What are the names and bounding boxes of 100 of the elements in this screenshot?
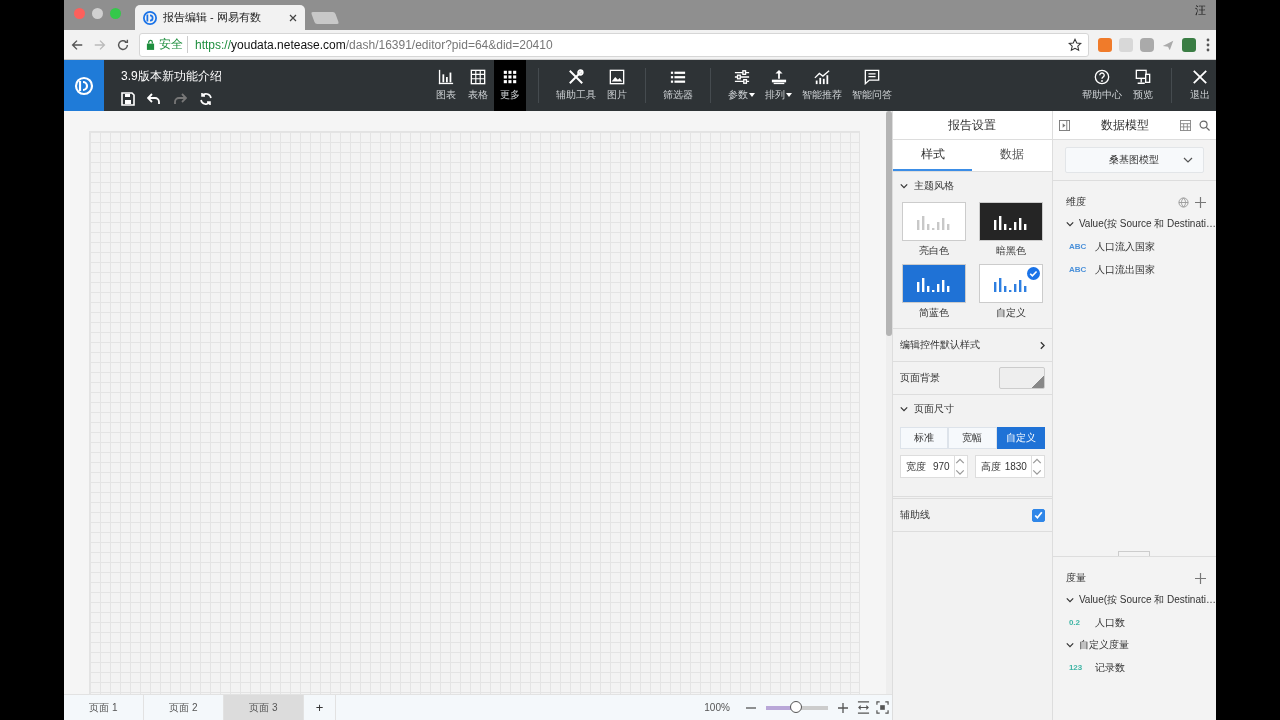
size-option[interactable]: 自定义 xyxy=(996,427,1045,449)
field-label: 辅助线 xyxy=(899,508,930,522)
theme-label: 自定义 xyxy=(996,306,1027,320)
close-tab-icon[interactable] xyxy=(289,13,297,22)
redo-icon[interactable] xyxy=(173,92,187,106)
logo-icon xyxy=(143,10,157,25)
size-option[interactable]: 标准 xyxy=(899,427,949,449)
field-item[interactable]: ABC 人口流入国家 xyxy=(1065,235,1216,258)
menu-icon[interactable] xyxy=(1206,37,1210,52)
width-field[interactable]: 宽度 970 xyxy=(899,455,968,478)
extension-icon[interactable] xyxy=(1182,37,1196,52)
scrollbar-thumb[interactable] xyxy=(885,111,892,336)
zoom-value: 100% xyxy=(704,702,731,713)
size-option[interactable]: 宽幅 xyxy=(948,427,997,449)
chevron-icon xyxy=(1065,597,1074,603)
chevron-right-icon xyxy=(1039,340,1045,350)
save-icon[interactable] xyxy=(121,92,135,106)
color-picker[interactable] xyxy=(998,367,1045,389)
minimize-window-icon[interactable] xyxy=(92,8,103,19)
chevron-icon xyxy=(899,406,908,412)
page-tab[interactable]: 页面 1 xyxy=(64,695,144,720)
fit-width-icon[interactable] xyxy=(856,701,870,714)
extension-icon[interactable] xyxy=(1098,37,1112,52)
field-item[interactable]: 0.2 人口数 xyxy=(1065,611,1216,634)
toolbar-button[interactable]: 智能推荐 xyxy=(797,60,847,111)
bar-chart-icon xyxy=(916,213,951,230)
trend-chart-icon xyxy=(814,69,830,85)
search-icon[interactable] xyxy=(1199,119,1210,131)
caret-icon xyxy=(786,93,792,97)
bar-chart-icon xyxy=(994,275,1029,292)
browser-tab[interactable]: 报告编辑 - 网易有数 xyxy=(135,5,305,30)
back-icon[interactable] xyxy=(70,37,84,52)
field-group[interactable]: Value(按 Source 和 Destinati… xyxy=(1065,213,1216,235)
tab[interactable]: 样式 xyxy=(892,140,973,171)
toolbar-button[interactable]: 辅助工具 xyxy=(551,60,601,111)
tools-icon xyxy=(568,69,584,85)
app-logo[interactable] xyxy=(64,60,104,111)
bar-chart-icon xyxy=(438,69,454,85)
monitor-icon xyxy=(1135,69,1151,85)
toolbar-button[interactable]: 预览 xyxy=(1127,60,1159,111)
panel-title: 报告设置 xyxy=(892,111,1052,140)
theme-label: 暗黑色 xyxy=(996,244,1027,258)
section-header[interactable]: 主题风格 xyxy=(899,178,1045,194)
section-header[interactable]: 页面尺寸 xyxy=(899,401,1045,417)
table-icon[interactable] xyxy=(1180,119,1191,131)
logo-icon xyxy=(74,75,94,96)
toolbar-button[interactable]: 图表 xyxy=(430,60,462,111)
theme-label: 亮白色 xyxy=(918,244,949,258)
toolbar-button[interactable]: 筛选器 xyxy=(658,60,698,111)
report-title[interactable]: 3.9版本新功能介绍 xyxy=(121,68,222,85)
toolbar-button[interactable]: 更多 xyxy=(494,60,526,111)
fit-page-icon[interactable] xyxy=(875,701,889,714)
undo-icon[interactable] xyxy=(147,92,161,106)
section-title: 度量 xyxy=(1065,571,1086,585)
theme-option[interactable] xyxy=(979,202,1044,241)
resize-handle[interactable] xyxy=(1118,551,1151,556)
profile-name[interactable]: 汪 xyxy=(1195,3,1216,30)
height-field[interactable]: 高度 1830 xyxy=(974,455,1045,478)
toolbar-button[interactable]: 排列 xyxy=(760,60,797,111)
toolbar-button[interactable]: 图片 xyxy=(601,60,633,111)
field-group[interactable]: Value(按 Source 和 Destinati… xyxy=(1065,589,1216,611)
close-icon xyxy=(1192,69,1208,85)
sliders-icon xyxy=(733,69,750,85)
toolbar-button[interactable]: 帮助中心 xyxy=(1077,60,1127,111)
add-page-button[interactable]: + xyxy=(304,695,336,720)
chevron-icon xyxy=(1065,642,1074,648)
add-icon[interactable] xyxy=(1195,196,1206,208)
toolbar-button[interactable]: 参数 xyxy=(723,60,760,111)
toolbar-button[interactable]: 智能问答 xyxy=(847,60,897,111)
new-tab-button[interactable] xyxy=(310,12,340,24)
bar-chart-icon xyxy=(916,275,951,292)
field-group[interactable]: 自定义度量 xyxy=(1065,634,1216,656)
field-item[interactable]: 123 记录数 xyxy=(1065,656,1216,679)
theme-label: 简蓝色 xyxy=(918,306,949,320)
grid-icon xyxy=(502,69,518,85)
section-title: 维度 xyxy=(1065,195,1086,209)
reload-icon[interactable] xyxy=(116,37,130,52)
page-tab[interactable]: 页面 3 xyxy=(224,695,304,720)
add-icon[interactable] xyxy=(1195,572,1206,584)
zoom-in-icon[interactable] xyxy=(837,702,848,713)
refresh-icon[interactable] xyxy=(199,92,213,106)
tab[interactable]: 数据 xyxy=(972,140,1052,171)
globe-icon[interactable] xyxy=(1178,196,1189,208)
slider-thumb[interactable] xyxy=(789,700,802,713)
extension-icon[interactable] xyxy=(1140,37,1154,52)
lock-icon xyxy=(146,39,155,50)
list-icon xyxy=(670,69,686,85)
field-item[interactable]: ABC 人口流出国家 xyxy=(1065,258,1216,281)
collapse-panel-icon[interactable] xyxy=(1058,119,1070,131)
bookmark-star-icon[interactable] xyxy=(1068,37,1082,52)
table-icon xyxy=(470,69,486,85)
panel-title: 数据模型 xyxy=(1099,116,1150,134)
default-style-row[interactable]: 编辑控件默认样式 xyxy=(892,329,1052,362)
checkbox[interactable] xyxy=(1031,508,1045,522)
toolbar-button[interactable]: 表格 xyxy=(462,60,494,111)
check-icon xyxy=(1027,267,1041,280)
field-label: 页面背景 xyxy=(899,371,940,385)
address-bar[interactable]: 安全 https://youdata.netease.com/dash/16391/editor?pid=64&did=20410 xyxy=(139,32,1089,57)
toolbar-button[interactable]: 退出 xyxy=(1184,60,1216,111)
model-dropdown[interactable]: 桑基图模型 xyxy=(1064,147,1204,173)
